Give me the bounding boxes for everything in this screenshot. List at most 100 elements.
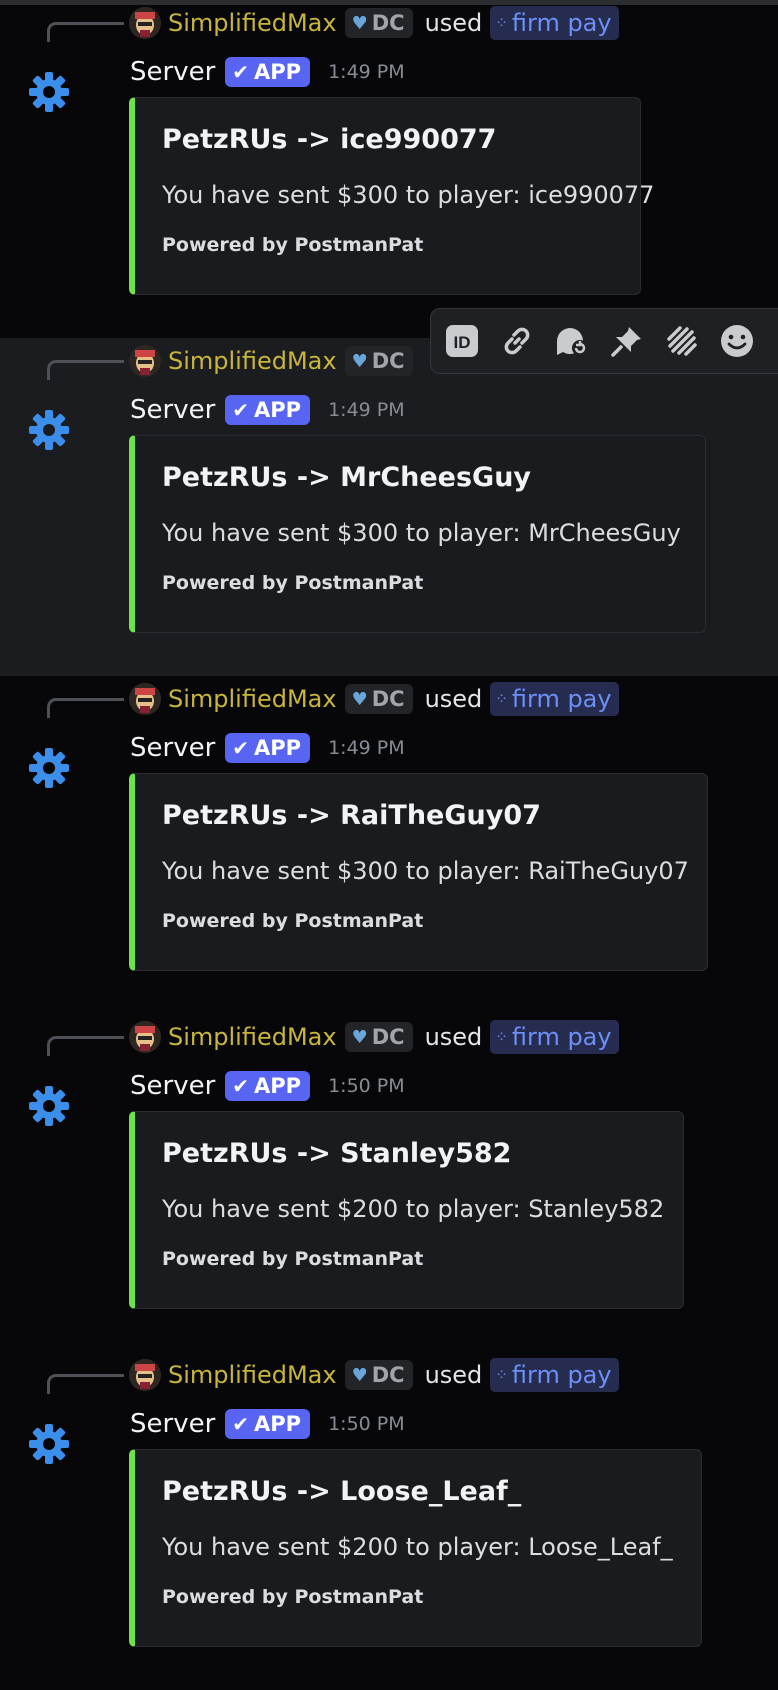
clan-tag: ♥ DC: [344, 1022, 413, 1052]
app-badge: ✔ APP: [225, 1409, 311, 1439]
embed-footer: Powered by PostmanPat: [162, 910, 424, 932]
message-header: Server ✔ APP 1:49 PM: [130, 390, 405, 430]
app-badge: ✔ APP: [225, 733, 311, 763]
copy-id-button[interactable]: ID: [443, 322, 481, 360]
command-icon: ⁘: [495, 690, 508, 708]
embed-footer: Powered by PostmanPat: [162, 1586, 424, 1608]
heart-icon: ♥: [351, 688, 368, 710]
gear-icon[interactable]: [27, 408, 71, 452]
clan-tag-label: DC: [371, 11, 405, 35]
embed-description: You have sent $200 to player: Loose_Leaf…: [162, 1533, 673, 1561]
pin-icon: [611, 327, 641, 357]
author-name[interactable]: Server: [130, 57, 215, 87]
command-name[interactable]: firm pay: [512, 9, 612, 37]
add-reaction-button[interactable]: [718, 322, 756, 360]
slash-command-link[interactable]: ⁘ firm pay: [490, 1020, 619, 1054]
reply-connector: [47, 1036, 124, 1056]
reply-connector: [47, 698, 124, 718]
app-badge: ✔ APP: [225, 395, 311, 425]
app-badge: ✔ APP: [225, 57, 311, 87]
add-reaction-icon: [721, 325, 753, 357]
check-icon: ✔: [232, 1074, 250, 1098]
ref-user-avatar[interactable]: [129, 1021, 161, 1053]
clan-tag: ♥ DC: [344, 8, 413, 38]
command-icon: ⁘: [495, 14, 508, 32]
interaction-reference[interactable]: SimplifiedMax ♥ DC used ⁘ firm pay: [129, 5, 619, 41]
message[interactable]: SimplifiedMax ♥ DC used ⁘ firm pay Server …: [0, 1014, 778, 1352]
check-icon: ✔: [232, 736, 250, 760]
message-hovered[interactable]: SimplifiedMax ♥ DC Server ✔ APP 1:49 PM Pe…: [0, 338, 778, 676]
reply-connector: [47, 22, 124, 42]
gear-icon[interactable]: [27, 70, 71, 114]
ref-username[interactable]: SimplifiedMax: [168, 685, 337, 713]
ref-user-avatar[interactable]: [129, 7, 161, 39]
ref-username[interactable]: SimplifiedMax: [168, 347, 337, 375]
embed-title: PetzRUs -> Stanley582: [162, 1138, 512, 1169]
message[interactable]: SimplifiedMax ♥ DC used ⁘ firm pay Server …: [0, 1352, 778, 1690]
message[interactable]: SimplifiedMax ♥ DC used ⁘ firm pay Server …: [0, 676, 778, 1014]
embed-footer: Powered by PostmanPat: [162, 234, 424, 256]
interaction-reference[interactable]: SimplifiedMax ♥ DC used ⁘ firm pay: [129, 1357, 619, 1393]
ref-user-avatar[interactable]: [129, 345, 161, 377]
embed: PetzRUs -> Loose_Leaf_ You have sent $20…: [129, 1449, 702, 1647]
message-header: Server ✔ APP 1:49 PM: [130, 52, 405, 92]
embed-description: You have sent $300 to player: RaiTheGuy0…: [162, 857, 689, 885]
app-badge-label: APP: [254, 1074, 302, 1098]
check-icon: ✔: [232, 398, 250, 422]
ref-username[interactable]: SimplifiedMax: [168, 1023, 337, 1051]
author-name[interactable]: Server: [130, 733, 215, 763]
author-name[interactable]: Server: [130, 1409, 215, 1439]
embed: PetzRUs -> Stanley582 You have sent $200…: [129, 1111, 684, 1309]
message-header: Server ✔ APP 1:50 PM: [130, 1404, 405, 1444]
gear-icon[interactable]: [27, 1084, 71, 1128]
embed-footer: Powered by PostmanPat: [162, 572, 424, 594]
embed-footer: Powered by PostmanPat: [162, 1248, 424, 1270]
create-thread-button[interactable]: [553, 322, 591, 360]
copy-link-icon: [504, 327, 530, 355]
pin-button[interactable]: [608, 322, 646, 360]
interaction-reference[interactable]: SimplifiedMax ♥ DC used ⁘ firm pay: [129, 681, 619, 717]
heart-icon: ♥: [351, 12, 368, 34]
message-actions-toolbar: ID: [430, 308, 778, 374]
command-name[interactable]: firm pay: [512, 685, 612, 713]
app-badge-label: APP: [254, 1412, 302, 1436]
heart-icon: ♥: [351, 350, 368, 372]
author-name[interactable]: Server: [130, 395, 215, 425]
timestamp[interactable]: 1:49 PM: [328, 737, 405, 759]
timestamp[interactable]: 1:50 PM: [328, 1413, 405, 1435]
interaction-reference[interactable]: SimplifiedMax ♥ DC used ⁘ firm pay: [129, 1019, 619, 1055]
gear-icon[interactable]: [27, 746, 71, 790]
slash-command-link[interactable]: ⁘ firm pay: [490, 1358, 619, 1392]
used-label: used: [424, 685, 483, 713]
apps-button[interactable]: [663, 322, 701, 360]
message[interactable]: SimplifiedMax ♥ DC used ⁘ firm pay Server …: [0, 0, 778, 338]
embed-title: PetzRUs -> RaiTheGuy07: [162, 800, 541, 831]
gear-icon[interactable]: [27, 1422, 71, 1466]
message-header: Server ✔ APP 1:50 PM: [130, 1066, 405, 1106]
ref-username[interactable]: SimplifiedMax: [168, 9, 337, 37]
apps-icon: [667, 326, 697, 356]
slash-command-link[interactable]: ⁘ firm pay: [490, 6, 619, 40]
copy-link-button[interactable]: [498, 322, 536, 360]
embed-title: PetzRUs -> Loose_Leaf_: [162, 1476, 522, 1507]
author-name[interactable]: Server: [130, 1071, 215, 1101]
ref-user-avatar[interactable]: [129, 683, 161, 715]
clan-tag-label: DC: [371, 687, 405, 711]
timestamp[interactable]: 1:50 PM: [328, 1075, 405, 1097]
ref-username[interactable]: SimplifiedMax: [168, 1361, 337, 1389]
timestamp[interactable]: 1:49 PM: [328, 61, 405, 83]
check-icon: ✔: [232, 1412, 250, 1436]
interaction-reference[interactable]: SimplifiedMax ♥ DC: [129, 343, 425, 379]
clan-tag: ♥ DC: [344, 1360, 413, 1390]
slash-command-link[interactable]: ⁘ firm pay: [490, 682, 619, 716]
timestamp[interactable]: 1:49 PM: [328, 399, 405, 421]
embed-title: PetzRUs -> MrCheesGuy: [162, 462, 532, 493]
copy-id-icon: ID: [446, 325, 478, 357]
reply-connector: [47, 1374, 124, 1394]
reply-connector: [47, 360, 124, 380]
used-label: used: [424, 9, 483, 37]
ref-user-avatar[interactable]: [129, 1359, 161, 1391]
command-name[interactable]: firm pay: [512, 1361, 612, 1389]
command-name[interactable]: firm pay: [512, 1023, 612, 1051]
used-label: used: [424, 1361, 483, 1389]
